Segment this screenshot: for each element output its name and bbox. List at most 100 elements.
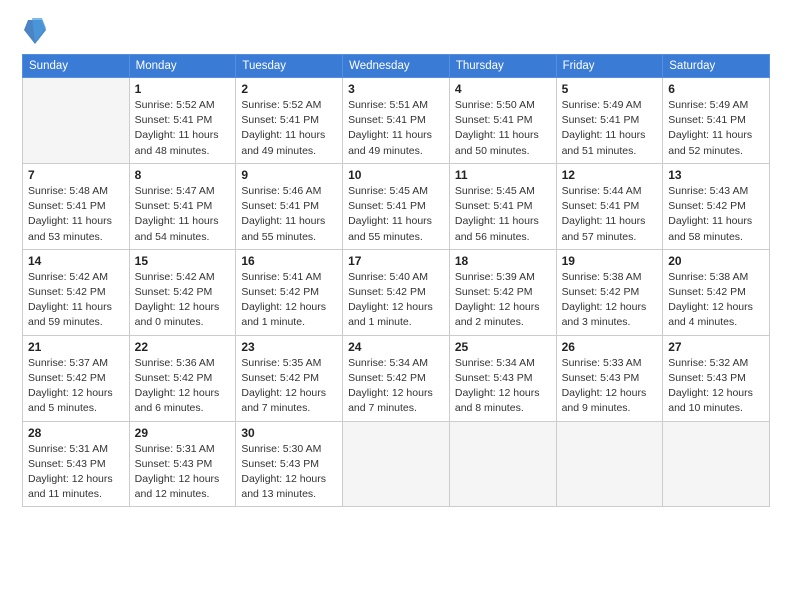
calendar-cell xyxy=(556,421,663,507)
calendar-cell: 28 Sunrise: 5:31 AMSunset: 5:43 PMDayligh… xyxy=(23,421,130,507)
day-info: Sunrise: 5:41 AMSunset: 5:42 PMDaylight:… xyxy=(241,270,337,331)
calendar-day-header: Tuesday xyxy=(236,55,343,78)
day-info: Sunrise: 5:47 AMSunset: 5:41 PMDaylight:… xyxy=(135,184,231,245)
calendar-day-header: Saturday xyxy=(663,55,770,78)
calendar-table: SundayMondayTuesdayWednesdayThursdayFrid… xyxy=(22,54,770,507)
day-info: Sunrise: 5:31 AMSunset: 5:43 PMDaylight:… xyxy=(28,442,124,503)
day-info: Sunrise: 5:49 AMSunset: 5:41 PMDaylight:… xyxy=(562,98,658,159)
day-number: 10 xyxy=(348,168,444,182)
calendar-cell: 29 Sunrise: 5:31 AMSunset: 5:43 PMDayligh… xyxy=(129,421,236,507)
day-number: 4 xyxy=(455,82,551,96)
calendar-cell xyxy=(23,78,130,164)
day-number: 8 xyxy=(135,168,231,182)
calendar-cell: 20Sunrise: 5:38 AMSunset: 5:42 PMDayligh… xyxy=(663,249,770,335)
calendar-cell: 26 Sunrise: 5:33 AMSunset: 5:43 PMDayligh… xyxy=(556,335,663,421)
day-number: 23 xyxy=(241,340,337,354)
calendar-week-row: 14 Sunrise: 5:42 AMSunset: 5:42 PMDayligh… xyxy=(23,249,770,335)
day-info: Sunrise: 5:31 AMSunset: 5:43 PMDaylight:… xyxy=(135,442,231,503)
page: SundayMondayTuesdayWednesdayThursdayFrid… xyxy=(0,0,792,612)
day-info: Sunrise: 5:51 AMSunset: 5:41 PMDaylight:… xyxy=(348,98,444,159)
day-number: 13 xyxy=(668,168,764,182)
day-number: 12 xyxy=(562,168,658,182)
day-info: Sunrise: 5:37 AMSunset: 5:42 PMDaylight:… xyxy=(28,356,124,417)
calendar-cell: 25 Sunrise: 5:34 AMSunset: 5:43 PMDayligh… xyxy=(449,335,556,421)
day-info: Sunrise: 5:50 AMSunset: 5:41 PMDaylight:… xyxy=(455,98,551,159)
calendar-day-header: Thursday xyxy=(449,55,556,78)
day-info: Sunrise: 5:34 AMSunset: 5:42 PMDaylight:… xyxy=(348,356,444,417)
calendar-week-row: 7 Sunrise: 5:48 AMSunset: 5:41 PMDaylight… xyxy=(23,163,770,249)
day-number: 22 xyxy=(135,340,231,354)
calendar-cell: 4 Sunrise: 5:50 AMSunset: 5:41 PMDaylight… xyxy=(449,78,556,164)
logo xyxy=(22,18,46,44)
calendar-cell: 9 Sunrise: 5:46 AMSunset: 5:41 PMDaylight… xyxy=(236,163,343,249)
day-info: Sunrise: 5:33 AMSunset: 5:43 PMDaylight:… xyxy=(562,356,658,417)
calendar-cell: 18 Sunrise: 5:39 AMSunset: 5:42 PMDayligh… xyxy=(449,249,556,335)
day-number: 15 xyxy=(135,254,231,268)
day-number: 3 xyxy=(348,82,444,96)
day-info: Sunrise: 5:42 AMSunset: 5:42 PMDaylight:… xyxy=(28,270,124,331)
day-number: 25 xyxy=(455,340,551,354)
day-info: Sunrise: 5:42 AMSunset: 5:42 PMDaylight:… xyxy=(135,270,231,331)
header xyxy=(22,18,770,44)
calendar-cell: 11Sunrise: 5:45 AMSunset: 5:41 PMDayligh… xyxy=(449,163,556,249)
day-number: 18 xyxy=(455,254,551,268)
calendar-cell xyxy=(449,421,556,507)
calendar-day-header: Wednesday xyxy=(343,55,450,78)
day-info: Sunrise: 5:40 AMSunset: 5:42 PMDaylight:… xyxy=(348,270,444,331)
day-number: 9 xyxy=(241,168,337,182)
calendar-cell: 12 Sunrise: 5:44 AMSunset: 5:41 PMDayligh… xyxy=(556,163,663,249)
day-info: Sunrise: 5:49 AMSunset: 5:41 PMDaylight:… xyxy=(668,98,764,159)
calendar-cell: 16 Sunrise: 5:41 AMSunset: 5:42 PMDayligh… xyxy=(236,249,343,335)
calendar-cell: 30 Sunrise: 5:30 AMSunset: 5:43 PMDayligh… xyxy=(236,421,343,507)
day-info: Sunrise: 5:44 AMSunset: 5:41 PMDaylight:… xyxy=(562,184,658,245)
calendar-cell: 5 Sunrise: 5:49 AMSunset: 5:41 PMDaylight… xyxy=(556,78,663,164)
day-info: Sunrise: 5:48 AMSunset: 5:41 PMDaylight:… xyxy=(28,184,124,245)
day-number: 29 xyxy=(135,426,231,440)
calendar-cell: 8 Sunrise: 5:47 AMSunset: 5:41 PMDaylight… xyxy=(129,163,236,249)
calendar-cell: 2 Sunrise: 5:52 AMSunset: 5:41 PMDaylight… xyxy=(236,78,343,164)
calendar-cell: 3 Sunrise: 5:51 AMSunset: 5:41 PMDaylight… xyxy=(343,78,450,164)
calendar-cell: 14 Sunrise: 5:42 AMSunset: 5:42 PMDayligh… xyxy=(23,249,130,335)
day-info: Sunrise: 5:45 AMSunset: 5:41 PMDaylight:… xyxy=(348,184,444,245)
calendar-cell: 15 Sunrise: 5:42 AMSunset: 5:42 PMDayligh… xyxy=(129,249,236,335)
calendar-week-row: 1 Sunrise: 5:52 AMSunset: 5:41 PMDaylight… xyxy=(23,78,770,164)
day-number: 30 xyxy=(241,426,337,440)
calendar-day-header: Monday xyxy=(129,55,236,78)
day-info: Sunrise: 5:35 AMSunset: 5:42 PMDaylight:… xyxy=(241,356,337,417)
calendar-cell: 17 Sunrise: 5:40 AMSunset: 5:42 PMDayligh… xyxy=(343,249,450,335)
day-number: 20 xyxy=(668,254,764,268)
day-number: 27 xyxy=(668,340,764,354)
day-number: 5 xyxy=(562,82,658,96)
day-info: Sunrise: 5:36 AMSunset: 5:42 PMDaylight:… xyxy=(135,356,231,417)
day-number: 26 xyxy=(562,340,658,354)
calendar-cell: 6Sunrise: 5:49 AMSunset: 5:41 PMDaylight… xyxy=(663,78,770,164)
calendar-week-row: 28 Sunrise: 5:31 AMSunset: 5:43 PMDayligh… xyxy=(23,421,770,507)
calendar-header-row: SundayMondayTuesdayWednesdayThursdayFrid… xyxy=(23,55,770,78)
calendar-week-row: 21Sunrise: 5:37 AMSunset: 5:42 PMDayligh… xyxy=(23,335,770,421)
logo-icon xyxy=(24,16,46,44)
day-info: Sunrise: 5:30 AMSunset: 5:43 PMDaylight:… xyxy=(241,442,337,503)
day-number: 16 xyxy=(241,254,337,268)
day-info: Sunrise: 5:34 AMSunset: 5:43 PMDaylight:… xyxy=(455,356,551,417)
day-number: 19 xyxy=(562,254,658,268)
day-number: 1 xyxy=(135,82,231,96)
day-number: 14 xyxy=(28,254,124,268)
day-info: Sunrise: 5:32 AMSunset: 5:43 PMDaylight:… xyxy=(668,356,764,417)
calendar-cell xyxy=(663,421,770,507)
calendar-cell: 24 Sunrise: 5:34 AMSunset: 5:42 PMDayligh… xyxy=(343,335,450,421)
day-number: 28 xyxy=(28,426,124,440)
calendar-cell: 10 Sunrise: 5:45 AMSunset: 5:41 PMDayligh… xyxy=(343,163,450,249)
day-info: Sunrise: 5:46 AMSunset: 5:41 PMDaylight:… xyxy=(241,184,337,245)
day-number: 17 xyxy=(348,254,444,268)
calendar-cell: 27 Sunrise: 5:32 AMSunset: 5:43 PMDayligh… xyxy=(663,335,770,421)
day-number: 2 xyxy=(241,82,337,96)
day-info: Sunrise: 5:52 AMSunset: 5:41 PMDaylight:… xyxy=(241,98,337,159)
calendar-cell: 19Sunrise: 5:38 AMSunset: 5:42 PMDayligh… xyxy=(556,249,663,335)
day-number: 24 xyxy=(348,340,444,354)
day-number: 7 xyxy=(28,168,124,182)
day-info: Sunrise: 5:39 AMSunset: 5:42 PMDaylight:… xyxy=(455,270,551,331)
calendar-cell: 7 Sunrise: 5:48 AMSunset: 5:41 PMDaylight… xyxy=(23,163,130,249)
day-info: Sunrise: 5:45 AMSunset: 5:41 PMDaylight:… xyxy=(455,184,551,245)
calendar-cell: 1Sunrise: 5:52 AMSunset: 5:41 PMDaylight… xyxy=(129,78,236,164)
calendar-day-header: Friday xyxy=(556,55,663,78)
